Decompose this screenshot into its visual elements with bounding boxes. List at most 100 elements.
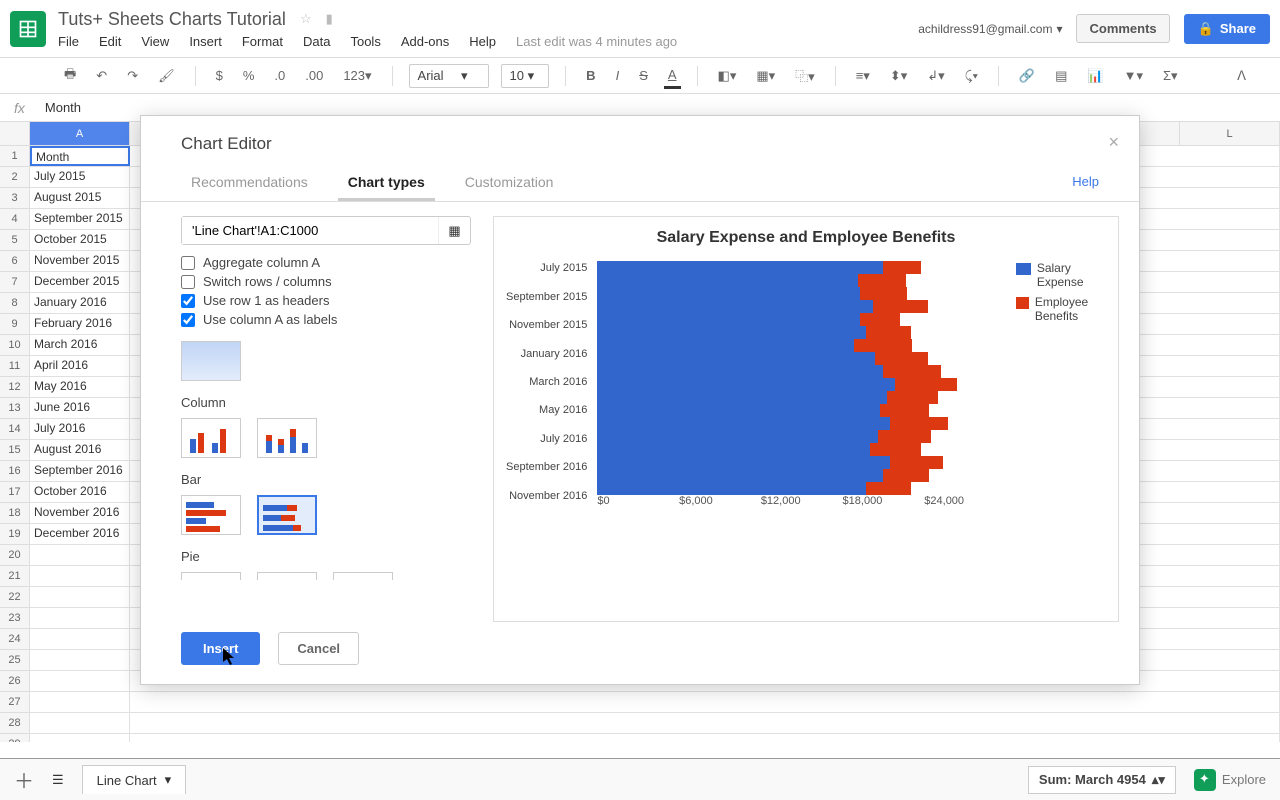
formula-value[interactable]: Month	[45, 100, 81, 115]
bold-icon[interactable]: B	[582, 64, 599, 87]
row-header[interactable]: 6	[0, 251, 29, 272]
row-header[interactable]: 2	[0, 167, 29, 188]
cell[interactable]	[30, 671, 130, 691]
opt-row1-headers[interactable]: Use row 1 as headers	[181, 293, 481, 308]
filter-icon[interactable]: ▼▾	[1120, 64, 1147, 88]
row-header[interactable]: 1	[0, 146, 29, 167]
format-percent-icon[interactable]: %	[239, 64, 259, 87]
link-icon[interactable]: 🔗	[1015, 64, 1039, 88]
opt-switch[interactable]: Switch rows / columns	[181, 274, 481, 289]
italic-icon[interactable]: I	[612, 64, 624, 87]
cell[interactable]	[30, 629, 130, 649]
add-sheet-icon[interactable]: ＋	[14, 765, 34, 794]
menu-view[interactable]: View	[141, 34, 169, 49]
chart-thumb-pie-3[interactable]	[333, 572, 393, 580]
cell[interactable]: July 2016	[30, 419, 130, 439]
menu-tools[interactable]: Tools	[350, 34, 380, 49]
all-sheets-icon[interactable]: ☰	[52, 772, 64, 788]
text-rotation-icon[interactable]: ⤹▾	[961, 64, 982, 88]
cell[interactable]	[30, 566, 130, 586]
text-color-icon[interactable]: A	[664, 63, 681, 89]
cell[interactable]: February 2016	[30, 314, 130, 334]
cell[interactable]	[30, 587, 130, 607]
menu-insert[interactable]: Insert	[189, 34, 222, 49]
col-header-L[interactable]: L	[1180, 122, 1280, 145]
row-header[interactable]: 4	[0, 209, 29, 230]
cell[interactable]	[30, 545, 130, 565]
fill-color-icon[interactable]: ◧▾	[714, 64, 741, 88]
cell[interactable]: March 2016	[30, 335, 130, 355]
row-header[interactable]: 8	[0, 293, 29, 314]
row-header[interactable]: 10	[0, 335, 29, 356]
chart-thumb-column-stacked[interactable]	[257, 418, 317, 458]
cell[interactable]	[30, 692, 130, 712]
increase-decimal-icon[interactable]: .00	[301, 64, 327, 87]
chart-thumb-column[interactable]	[181, 418, 241, 458]
cancel-button[interactable]: Cancel	[278, 632, 359, 665]
cell[interactable]: November 2016	[30, 503, 130, 523]
share-button[interactable]: 🔒Share	[1184, 14, 1270, 44]
col-header-A[interactable]: A	[30, 122, 130, 145]
sheet-tab[interactable]: Line Chart ▾	[82, 765, 187, 794]
help-link[interactable]: Help	[1072, 166, 1099, 201]
data-range-input[interactable]	[182, 217, 438, 244]
select-range-icon[interactable]: ▦	[438, 217, 470, 244]
tab-customization[interactable]: Customization	[455, 166, 564, 201]
row-header[interactable]: 12	[0, 377, 29, 398]
cell[interactable]	[30, 734, 130, 742]
row-header[interactable]: 5	[0, 230, 29, 251]
opt-aggregate[interactable]: Aggregate column A	[181, 255, 481, 270]
undo-icon[interactable]: ↶	[92, 64, 111, 88]
chevron-up-icon[interactable]: ᐱ	[1233, 64, 1250, 88]
cell[interactable]: May 2016	[30, 377, 130, 397]
row-header[interactable]: 17	[0, 482, 29, 503]
font-select[interactable]: Arial▾	[409, 64, 489, 88]
chart-thumb-bar[interactable]	[181, 495, 241, 535]
chart-icon[interactable]: 📊	[1083, 64, 1107, 88]
row-header[interactable]: 21	[0, 566, 29, 587]
row-header[interactable]: 19	[0, 524, 29, 545]
row-header[interactable]: 9	[0, 314, 29, 335]
menu-addons[interactable]: Add-ons	[401, 34, 449, 49]
vert-align-icon[interactable]: ⬍▾	[886, 64, 911, 88]
borders-icon[interactable]: ▦▾	[752, 64, 779, 88]
cell[interactable]: June 2016	[30, 398, 130, 418]
close-icon[interactable]: ×	[1108, 132, 1119, 153]
cell[interactable]: December 2016	[30, 524, 130, 544]
cell[interactable]: August 2016	[30, 440, 130, 460]
font-size-select[interactable]: 10 ▾	[501, 64, 550, 88]
merge-icon[interactable]: ⿻▾	[791, 62, 819, 89]
cell[interactable]: January 2016	[30, 293, 130, 313]
row-header[interactable]: 27	[0, 692, 29, 713]
row-header[interactable]: 7	[0, 272, 29, 293]
cell[interactable]: October 2016	[30, 482, 130, 502]
cell[interactable]	[30, 713, 130, 733]
chart-thumb-area[interactable]	[181, 341, 241, 381]
opt-colA-labels[interactable]: Use column A as labels	[181, 312, 481, 327]
horiz-align-icon[interactable]: ≡▾	[852, 64, 874, 88]
row-header[interactable]: 13	[0, 398, 29, 419]
quicksum-box[interactable]: Sum: March 4954 ▴▾	[1028, 766, 1176, 794]
insert-button[interactable]: Insert	[181, 632, 260, 665]
decrease-decimal-icon[interactable]: .0	[270, 64, 289, 87]
number-format-icon[interactable]: 123▾	[339, 64, 375, 88]
row-header[interactable]: 15	[0, 440, 29, 461]
row-header[interactable]: 26	[0, 671, 29, 692]
tab-recommendations[interactable]: Recommendations	[181, 166, 318, 201]
cell[interactable]: September 2015	[30, 209, 130, 229]
doc-title[interactable]: Tuts+ Sheets Charts Tutorial	[58, 9, 286, 30]
row-header[interactable]: 24	[0, 629, 29, 650]
row-header[interactable]: 18	[0, 503, 29, 524]
cell[interactable]: April 2016	[30, 356, 130, 376]
cell[interactable]: October 2015	[30, 230, 130, 250]
cell[interactable]: Month	[30, 146, 130, 166]
cell[interactable]	[30, 650, 130, 670]
row-header[interactable]: 14	[0, 419, 29, 440]
comments-button[interactable]: Comments	[1076, 14, 1169, 43]
menu-edit[interactable]: Edit	[99, 34, 121, 49]
explore-button[interactable]: Explore	[1194, 769, 1266, 791]
cell[interactable]: July 2015	[30, 167, 130, 187]
row-header[interactable]: 22	[0, 587, 29, 608]
row-header[interactable]: 20	[0, 545, 29, 566]
functions-icon[interactable]: Σ▾	[1159, 64, 1182, 88]
